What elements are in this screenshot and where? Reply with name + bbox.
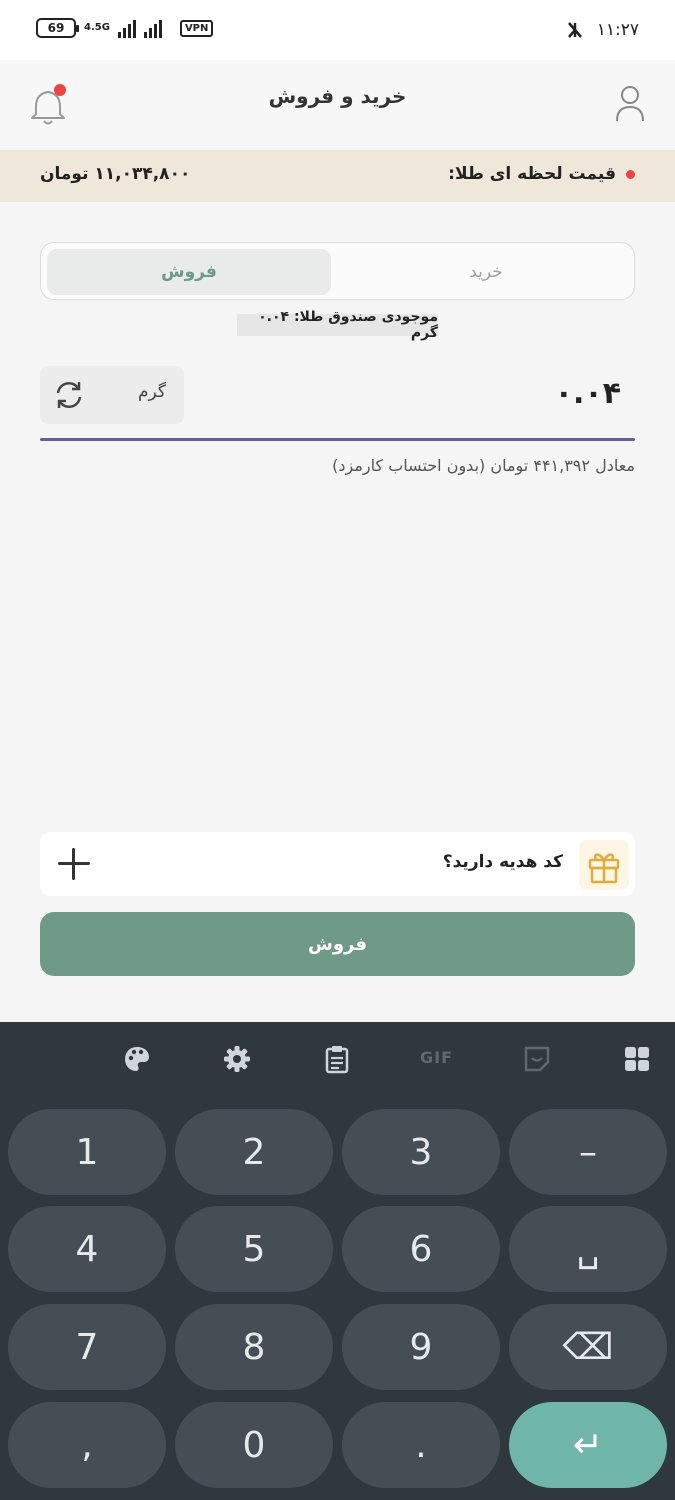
status-bar: 69 4.5G VPN ۱۱:۲۷ [0,0,675,60]
swap-unit-icon[interactable] [52,378,86,412]
key-7[interactable]: 7 [8,1304,166,1390]
gift-code-label: کد هدیه دارید؟ [442,852,563,872]
signal-icon [117,18,136,38]
network-type: 4.5G [84,22,110,33]
gold-price-value: ۱۱,۰۳۴,۸۰۰ تومان [40,164,191,184]
signal-icon-2 [143,18,162,38]
gift-icon-container [579,840,629,890]
add-gift-code-icon[interactable] [58,848,90,880]
key-8[interactable]: 8 [175,1304,333,1390]
equivalent-value: معادل ۴۴۱,۳۹۲ تومان (بدون احتساب کارمزد) [332,456,635,475]
key-enter[interactable]: ↵ [509,1402,667,1488]
key-2[interactable]: 2 [175,1109,333,1195]
live-dot-icon [626,169,635,179]
gift-code-row[interactable]: کد هدیه دارید؟ [40,832,635,896]
key-1[interactable]: 1 [8,1109,166,1195]
sell-button[interactable]: فروش [40,912,635,976]
unit-label: گرم [138,382,166,402]
gold-price-bar: قیمت لحظه ای طلا: ۱۱,۰۳۴,۸۰۰ تومان [0,150,675,202]
gold-balance: موجودی صندوق طلا: ۰.۰۴ گرم [237,309,438,341]
settings-gear-icon[interactable] [222,1044,252,1074]
key-backspace[interactable]: ⌫ [509,1304,667,1390]
unit-selector[interactable]: گرم [40,366,184,424]
gold-price-label: قیمت لحظه ای طلا: [448,164,635,184]
key-3[interactable]: 3 [342,1109,500,1195]
battery-indicator: 69 [36,18,79,38]
amount-input-underline [40,438,635,441]
vpn-badge: VPN [179,19,214,37]
buy-sell-tabs: خرید فروش [40,242,635,300]
clock: ۱۱:۲۷ [596,20,639,40]
status-right: ۱۱:۲۷ [565,20,639,40]
key-9[interactable]: 9 [342,1304,500,1390]
key-period[interactable]: . [342,1402,500,1488]
key-space[interactable]: ␣ [509,1206,667,1292]
gift-icon [588,853,620,884]
page-title: خرید و فروش [268,84,407,108]
gif-button[interactable]: GIF [420,1048,453,1067]
key-0[interactable]: 0 [175,1402,333,1488]
key-6[interactable]: 6 [342,1206,500,1292]
key-5[interactable]: 5 [175,1206,333,1292]
theme-palette-icon[interactable] [122,1044,152,1074]
clipboard-icon[interactable] [322,1044,352,1074]
keyboard-toolbar: GIF [0,1022,675,1094]
sticker-icon[interactable] [522,1044,552,1074]
tab-sell[interactable]: فروش [47,249,331,295]
mute-icon [567,22,582,38]
app-header: خرید و فروش [0,60,675,150]
apps-grid-icon[interactable] [622,1044,652,1074]
numeric-keyboard: GIF 1 2 3 – 4 5 6 ␣ 7 8 9 ⌫ , 0 . ↵ [0,1022,675,1500]
profile-icon[interactable] [615,84,645,124]
amount-input[interactable]: ۰.۰۴ [555,376,621,411]
key-comma[interactable]: , [8,1402,166,1488]
key-minus[interactable]: – [509,1109,667,1195]
tab-buy[interactable]: خرید [344,249,628,295]
status-left: 69 4.5G VPN [36,18,214,38]
key-4[interactable]: 4 [8,1206,166,1292]
gold-price-label-text: قیمت لحظه ای طلا: [448,164,616,184]
